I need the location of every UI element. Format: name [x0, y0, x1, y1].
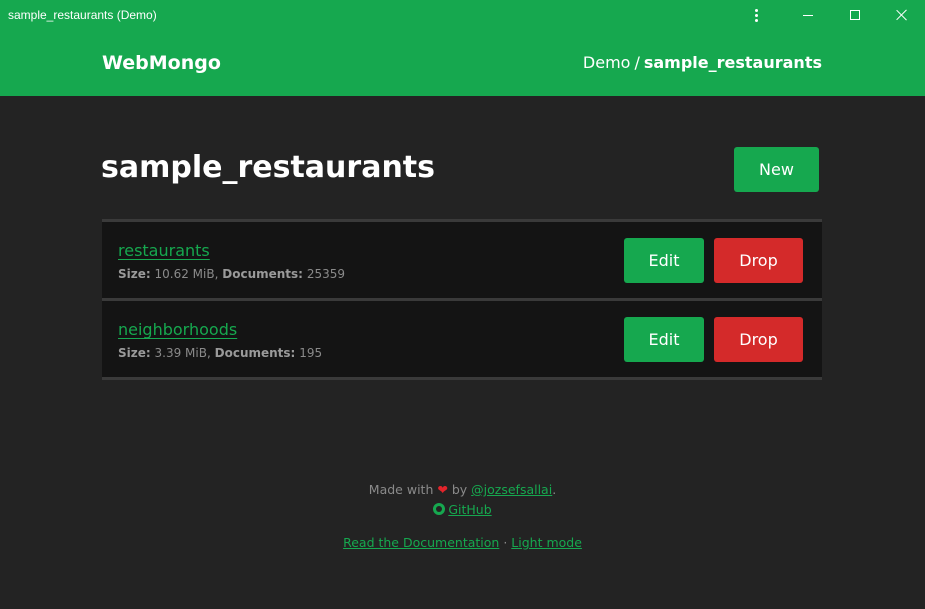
size-value: 3.39 MiB,	[154, 346, 211, 360]
documents-value: 25359	[306, 267, 345, 281]
footer-separator: ·	[503, 535, 508, 550]
period-text: .	[552, 482, 557, 497]
page-title: sample_restaurants	[101, 150, 435, 185]
footer-github: GitHub	[0, 500, 925, 520]
github-link[interactable]: GitHub	[433, 502, 492, 517]
footer: Made with ❤ by @jozsefsallai. GitHub Rea…	[0, 480, 925, 553]
documents-label: Documents:	[222, 267, 303, 281]
by-text: by	[451, 482, 468, 497]
heart-icon: ❤	[437, 482, 448, 497]
github-icon	[433, 503, 446, 515]
edit-button[interactable]: Edit	[624, 238, 704, 283]
light-mode-toggle[interactable]: Light mode	[511, 535, 582, 550]
breadcrumb: Demo / sample_restaurants	[583, 53, 822, 72]
maximize-icon[interactable]	[831, 0, 878, 30]
github-label: GitHub	[448, 502, 492, 517]
window-titlebar: sample_restaurants (Demo)	[0, 0, 925, 30]
collection-row: restaurants Size: 10.62 MiB, Documents: …	[102, 222, 822, 301]
drop-button[interactable]: Drop	[714, 238, 803, 283]
collection-link[interactable]: neighborhoods	[118, 320, 237, 339]
documents-label: Documents:	[214, 346, 296, 360]
breadcrumb-current: sample_restaurants	[643, 53, 822, 72]
author-link[interactable]: @jozsefsallai	[471, 482, 552, 497]
minimize-icon[interactable]	[784, 0, 831, 30]
collection-list: restaurants Size: 10.62 MiB, Documents: …	[102, 219, 822, 380]
app-header: WebMongo Demo / sample_restaurants	[0, 30, 925, 96]
size-label: Size:	[118, 346, 151, 360]
size-label: Size:	[118, 267, 151, 281]
collection-link[interactable]: restaurants	[118, 241, 210, 260]
documentation-link[interactable]: Read the Documentation	[343, 535, 499, 550]
drop-button[interactable]: Drop	[714, 317, 803, 362]
collection-meta: Size: 3.39 MiB, Documents: 195	[118, 346, 322, 360]
size-value: 10.62 MiB,	[154, 267, 219, 281]
collection-row: neighborhoods Size: 3.39 MiB, Documents:…	[102, 301, 822, 380]
documents-value: 195	[299, 346, 323, 360]
collection-meta: Size: 10.62 MiB, Documents: 25359	[118, 267, 345, 281]
breadcrumb-parent[interactable]: Demo	[583, 53, 631, 72]
kebab-menu-icon[interactable]	[742, 0, 770, 30]
new-collection-button[interactable]: New	[734, 147, 819, 192]
brand-logo[interactable]: WebMongo	[102, 52, 221, 74]
breadcrumb-separator: /	[634, 53, 640, 72]
window-title: sample_restaurants (Demo)	[8, 8, 157, 22]
edit-button[interactable]: Edit	[624, 317, 704, 362]
footer-credit: Made with ❤ by @jozsefsallai.	[0, 480, 925, 500]
close-icon[interactable]	[878, 0, 925, 30]
made-with-text: Made with	[368, 482, 434, 497]
footer-links: Read the Documentation · Light mode	[0, 533, 925, 553]
